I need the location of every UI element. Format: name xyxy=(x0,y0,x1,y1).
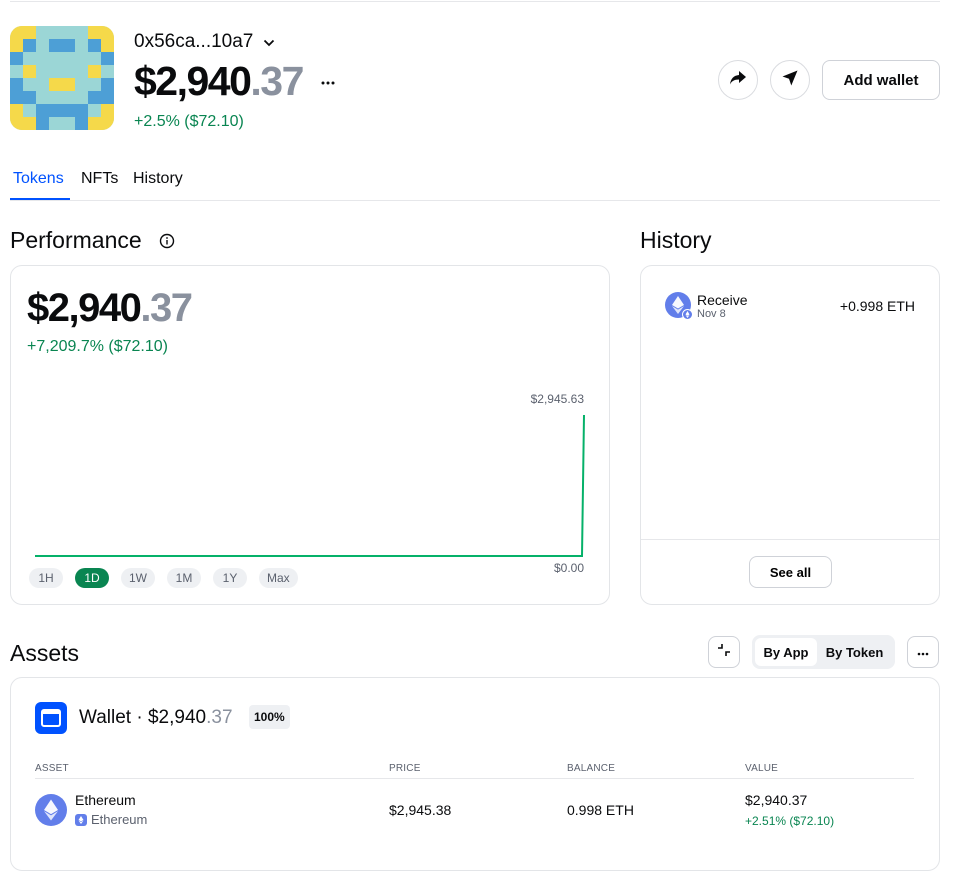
chart-min-label: $0.00 xyxy=(554,561,584,575)
performance-chart: $2,945.63 $0.00 xyxy=(35,392,585,575)
range-1w[interactable]: 1W xyxy=(121,568,155,588)
tab-nfts[interactable]: NFTs xyxy=(81,170,118,188)
wallet-separator: · xyxy=(131,707,148,728)
wallet-name: Wallet xyxy=(79,707,132,728)
range-max[interactable]: Max xyxy=(259,568,298,588)
network-badge-icon xyxy=(682,309,693,320)
see-all-button[interactable]: See all xyxy=(749,556,832,588)
range-1d[interactable]: 1D xyxy=(75,568,109,588)
wallet-title: Wallet · $2,940 .37 xyxy=(79,707,233,729)
history-divider xyxy=(641,539,939,540)
history-item-amount: +0.998 ETH xyxy=(839,298,915,314)
wallet-value-decimal: .37 xyxy=(206,707,233,728)
table-header-divider xyxy=(35,778,914,779)
share-arrow-icon xyxy=(729,70,747,91)
performance-title: Performance xyxy=(10,227,142,253)
address-dropdown[interactable]: 0x56ca...10a7 xyxy=(134,31,275,53)
history-item-title: Receive xyxy=(697,292,748,308)
asset-value-change: +2.51% ($72.10) xyxy=(745,814,835,828)
wallet-percent-badge: 100% xyxy=(249,705,290,729)
toggle-by-token[interactable]: By Token xyxy=(817,638,892,666)
balance-decimal: .37 xyxy=(250,58,304,104)
chevron-down-icon xyxy=(263,35,275,50)
more-options-icon[interactable] xyxy=(321,70,335,90)
network-ethereum-icon xyxy=(75,813,87,826)
more-horizontal-icon xyxy=(917,643,929,661)
send-button[interactable] xyxy=(770,60,810,100)
collapse-button[interactable] xyxy=(708,636,740,668)
column-header-value: VALUE xyxy=(745,763,779,774)
toggle-by-app[interactable]: By App xyxy=(755,638,817,666)
asset-network-name: Ethereum xyxy=(91,812,148,827)
wallet-avatar xyxy=(10,26,114,130)
tab-tokens[interactable]: Tokens xyxy=(13,170,64,188)
history-item-date: Nov 8 xyxy=(697,308,726,320)
column-header-price: PRICE xyxy=(389,763,421,774)
add-wallet-button[interactable]: Add wallet xyxy=(822,60,940,100)
range-1y[interactable]: 1Y xyxy=(213,568,247,588)
collapse-icon xyxy=(717,643,731,662)
ethereum-icon xyxy=(35,794,67,826)
history-card: Receive Nov 8 +0.998 ETH See all xyxy=(640,265,940,605)
balance-change: +2.5% ($72.10) xyxy=(134,113,244,130)
wallet-balance: $2,940 .37 xyxy=(134,58,335,105)
asset-balance: 0.998 ETH xyxy=(567,802,634,818)
top-divider xyxy=(10,1,940,2)
tab-bar: Tokens NFTs History xyxy=(10,166,940,201)
wallet-assets-card: Wallet · $2,940 .37 100% ASSET PRICE BAL… xyxy=(10,677,940,871)
group-by-toggle: By App By Token xyxy=(752,635,895,669)
performance-card: $2,940.37 +7,209.7% ($72.10) $2,945.63 $… xyxy=(10,265,610,605)
wallet-value-integer: $2,940 xyxy=(147,707,207,728)
column-header-asset: ASSET xyxy=(35,763,69,774)
history-title: History xyxy=(640,227,712,253)
ethereum-icon xyxy=(665,292,693,320)
time-range-selector: 1H 1D 1W 1M 1Y Max xyxy=(29,568,298,588)
share-button[interactable] xyxy=(718,60,758,100)
address-text: 0x56ca...10a7 xyxy=(134,31,254,52)
asset-price: $2,945.38 xyxy=(389,802,452,818)
asset-value: $2,940.37 xyxy=(745,792,808,808)
send-icon xyxy=(781,69,799,92)
asset-name: Ethereum xyxy=(75,792,136,808)
table-row[interactable]: Ethereum Ethereum $2,945.38 0.998 ETH $2… xyxy=(35,790,914,834)
range-1m[interactable]: 1M xyxy=(167,568,201,588)
column-header-balance: BALANCE xyxy=(567,763,616,774)
active-tab-indicator xyxy=(10,198,70,200)
range-1h[interactable]: 1H xyxy=(29,568,63,588)
asset-network: Ethereum xyxy=(75,812,147,827)
tab-history[interactable]: History xyxy=(133,170,183,188)
info-icon[interactable] xyxy=(159,233,175,254)
assets-title: Assets xyxy=(10,640,80,666)
balance-integer: $2,940 xyxy=(134,58,252,104)
chart-max-label: $2,945.63 xyxy=(531,392,585,406)
assets-more-button[interactable] xyxy=(907,636,939,668)
chart-series-line xyxy=(35,414,585,557)
wallet-icon xyxy=(35,702,67,734)
